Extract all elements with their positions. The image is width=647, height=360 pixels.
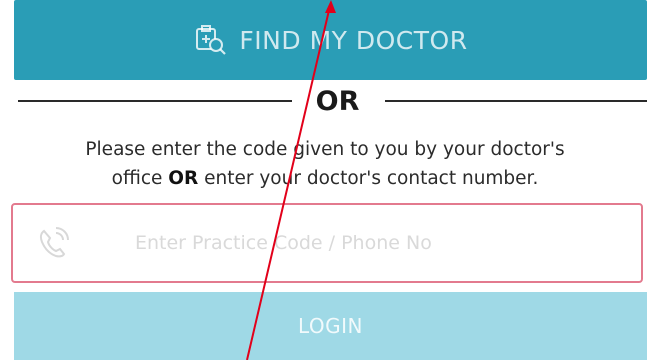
phone-icon [33,223,73,263]
instruction-line-1: Please enter the code given to you by yo… [85,139,565,160]
doctor-search-icon [193,23,227,57]
instruction-line-2-suffix: enter your doctor's contact number. [198,168,539,189]
find-my-doctor-label: FIND MY DOCTOR [239,25,468,55]
login-label: LOGIN [297,314,364,338]
find-my-doctor-button[interactable]: FIND MY DOCTOR [14,0,647,80]
instruction-text: Please enter the code given to you by yo… [20,135,630,193]
practice-code-field[interactable] [11,203,643,283]
divider-line-right [385,100,647,102]
practice-code-input[interactable] [133,212,641,274]
divider-line-left [18,100,292,102]
instruction-line-2: office OR enter your doctor's contact nu… [20,164,630,193]
or-divider: OR [0,83,647,119]
login-screen: FIND MY DOCTOR OR Please enter the code … [0,0,647,360]
instruction-or-emphasis: OR [168,168,199,189]
login-button[interactable]: LOGIN [14,292,647,360]
or-label: OR [315,85,360,117]
instruction-line-2-prefix: office [111,168,169,189]
